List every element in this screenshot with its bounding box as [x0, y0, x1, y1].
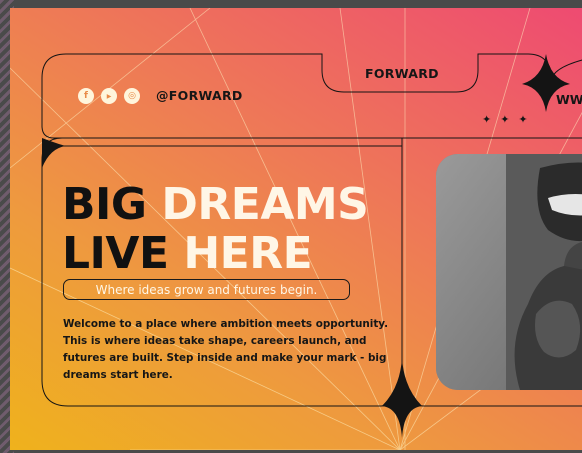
headline-word-live: LIVE: [62, 228, 169, 279]
facebook-glyph: f: [84, 91, 88, 101]
headline: BIG DREAMS LIVE HERE: [62, 179, 369, 279]
hero-photo: [436, 154, 582, 390]
sparkle-icons: ✦✦✦: [482, 113, 537, 126]
headline-word-here: HERE: [183, 228, 313, 279]
social-handle[interactable]: @FORWARD: [156, 88, 243, 103]
website-label[interactable]: WW: [556, 92, 582, 107]
body-text: Welcome to a place where ambition meets …: [63, 318, 389, 381]
youtube-glyph: ▶: [106, 92, 112, 100]
poster-banner: f ▶ ◎ @FORWARD FORWARD WW ✦✦✦ BIG DREAMS…: [10, 8, 582, 450]
brand-tab-label: FORWARD: [365, 66, 439, 81]
headline-word-dreams: DREAMS: [161, 179, 369, 230]
tagline-pill: Where ideas grow and futures begin.: [63, 279, 350, 300]
tagline-text: Where ideas grow and futures begin.: [95, 282, 318, 297]
instagram-icon[interactable]: ◎: [124, 88, 140, 104]
photo-collage-icon: [436, 154, 582, 390]
youtube-icon[interactable]: ▶: [101, 88, 117, 104]
facebook-icon[interactable]: f: [78, 88, 94, 104]
headline-word-big: BIG: [62, 179, 147, 230]
instagram-glyph: ◎: [128, 91, 136, 101]
